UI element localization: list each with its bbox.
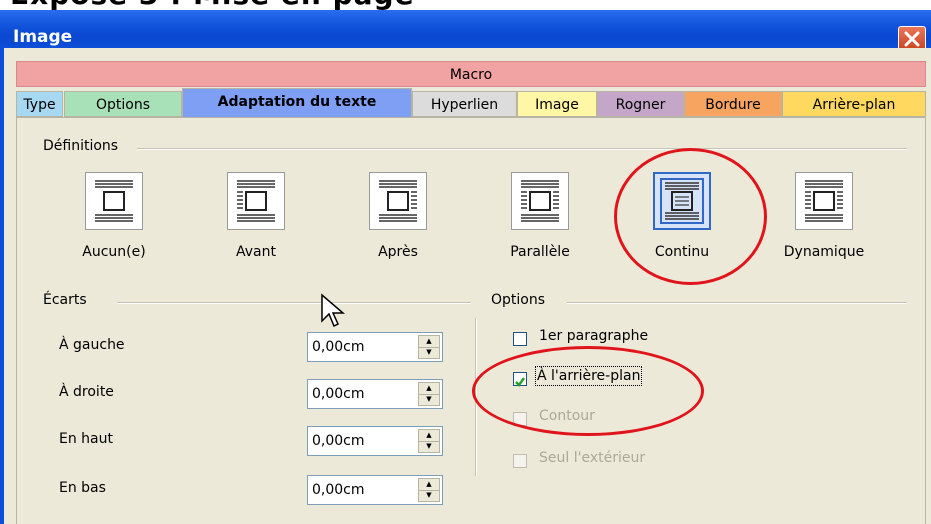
tab-panel-adaptation: Définitions Aucun(e) Avant Après Parallè… [16,117,926,524]
spacing-group-line [117,302,471,304]
wrap-before-button[interactable] [227,172,285,230]
top-spacing-label: En haut [59,431,113,447]
annotation-circle-arriere-plan [472,346,704,436]
wrap-none-button[interactable] [85,172,143,230]
tab-arriere-plan[interactable]: Arrière-plan [782,91,926,117]
first-paragraph-label[interactable]: 1er paragraphe [539,328,648,344]
wrap-before-icon [237,180,275,222]
spin-down-icon[interactable]: ▼ [419,441,439,452]
right-spacing-input[interactable] [312,384,408,404]
close-icon [904,31,920,47]
first-paragraph-checkbox[interactable] [513,332,527,346]
tab-rogner[interactable]: Rogner [597,91,684,117]
tab-image[interactable]: Image [517,91,597,117]
left-spacing-spin-buttons[interactable]: ▲ ▼ [418,335,440,359]
tab-options[interactable]: Options [64,91,182,117]
screenshot-frame: Exposé 3 : Mise en page Image Macro Type… [0,0,931,524]
outside-only-checkbox [513,454,527,468]
dialog-titlebar[interactable]: Image [0,10,931,52]
wrap-optimal-button[interactable] [795,172,853,230]
definitions-group-label: Définitions [43,138,123,154]
spacing-group-label: Écarts [43,292,91,308]
mouse-pointer-icon [321,293,346,328]
left-spacing-spinner[interactable]: ▲ ▼ [307,332,443,362]
wrap-none-label: Aucun(e) [82,244,146,260]
definitions-group-line [137,148,907,150]
wrap-optimal-label: Dynamique [783,244,865,260]
top-spacing-input[interactable] [312,431,408,451]
document-heading-text: Exposé 3 : Mise en page [10,0,415,10]
tab-macro[interactable]: Macro [16,61,926,87]
options-group-label: Options [491,292,550,308]
wrap-after-button[interactable] [369,172,427,230]
wrap-before-label: Avant [236,244,276,260]
tab-adaptation-du-texte[interactable]: Adaptation du texte [182,88,412,117]
spin-down-icon[interactable]: ▼ [419,490,439,501]
bottom-spacing-label: En bas [59,480,106,496]
wrap-none-icon [95,180,133,222]
bottom-spacing-spin-buttons[interactable]: ▲ ▼ [418,478,440,502]
dialog-body: Macro Type Options Adaptation du texte H… [0,48,931,524]
options-group-line [567,302,907,304]
spin-down-icon[interactable]: ▼ [419,347,439,358]
dialog-title: Image [13,27,73,47]
top-spacing-spinner[interactable]: ▲ ▼ [307,426,443,456]
right-spacing-spinner[interactable]: ▲ ▼ [307,379,443,409]
document-heading-strip: Exposé 3 : Mise en page [0,0,931,10]
annotation-circle-continu [614,148,767,285]
top-spacing-spin-buttons[interactable]: ▲ ▼ [418,429,440,453]
bottom-spacing-input[interactable] [312,480,408,500]
tab-type[interactable]: Type [16,91,63,117]
tab-hyperlien[interactable]: Hyperlien [412,91,517,117]
wrap-parallel-icon [521,180,559,222]
right-spacing-label: À droite [59,384,114,400]
right-spacing-spin-buttons[interactable]: ▲ ▼ [418,382,440,406]
wrap-after-label: Après [378,244,418,260]
wrap-parallel-label: Parallèle [510,244,570,260]
left-spacing-input[interactable] [312,337,408,357]
wrap-parallel-button[interactable] [511,172,569,230]
spin-down-icon[interactable]: ▼ [419,394,439,405]
tab-bordure[interactable]: Bordure [684,91,782,117]
bottom-spacing-spinner[interactable]: ▲ ▼ [307,475,443,505]
wrap-after-icon [379,180,417,222]
outside-only-label: Seul l'extérieur [539,450,646,466]
left-spacing-label: À gauche [59,337,125,353]
wrap-optimal-icon [805,180,843,222]
